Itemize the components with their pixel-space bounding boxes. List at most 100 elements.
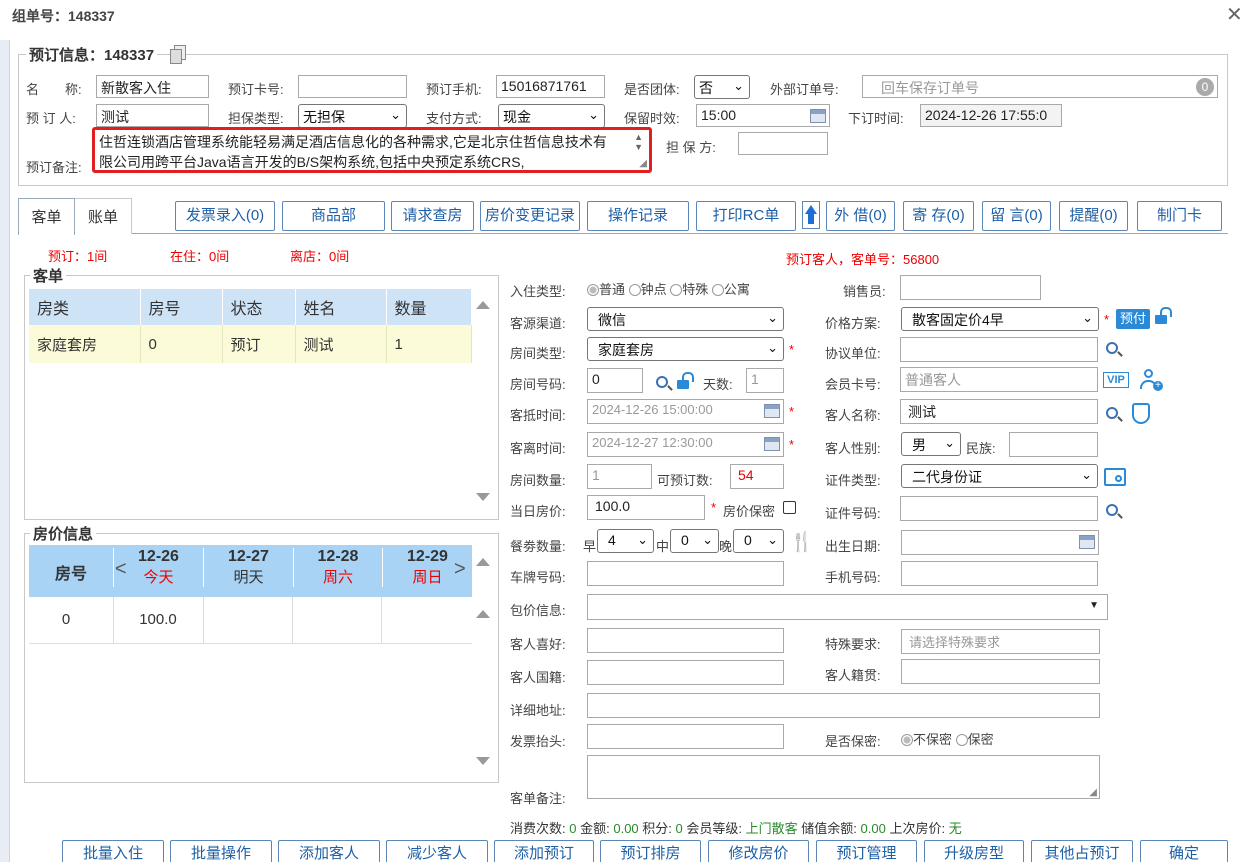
close-icon[interactable]: ✕ [1226, 2, 1243, 27]
assign-room-button[interactable]: 预订排房 [600, 840, 701, 862]
table-row[interactable]: 家庭套房 0 预订 测试 1 [29, 325, 472, 363]
scroll-up-icon[interactable] [476, 610, 490, 618]
invoice-title-input[interactable] [587, 724, 784, 749]
copy-icon[interactable] [170, 45, 188, 65]
price-day-1[interactable]: 100.0 [113, 611, 203, 628]
booker-input[interactable]: 测试 [96, 104, 209, 127]
external-order-input[interactable]: 回车保存订单号 [862, 75, 1218, 98]
hobby-input[interactable] [587, 628, 784, 653]
gender-select[interactable]: 男 ⌄ [901, 432, 961, 456]
search-icon[interactable] [1106, 407, 1118, 419]
package-select[interactable]: ▼ [587, 594, 1108, 620]
remove-guest-button[interactable]: 减少客人 [386, 840, 488, 862]
batch-checkin-button[interactable]: 批量入住 [62, 840, 164, 862]
birth-input[interactable] [901, 530, 1099, 555]
ethnic-input[interactable] [1009, 432, 1098, 457]
tab-guest-order[interactable]: 客单 [18, 198, 75, 235]
arrive-input[interactable]: 2024-12-26 15:00:00 [587, 399, 784, 424]
tab-bill[interactable]: 账单 [75, 198, 132, 234]
agreement-input[interactable] [900, 337, 1098, 362]
name-input[interactable]: 新散客入住 [96, 75, 209, 98]
add-booking-button[interactable]: 添加预订 [494, 840, 594, 862]
scroll-arrows-icon[interactable]: ▲ ▼ [634, 132, 643, 152]
days-input[interactable]: 1 [746, 368, 784, 393]
search-icon[interactable] [1106, 342, 1118, 354]
scroll-up-icon[interactable] [476, 301, 490, 309]
radio-normal[interactable] [587, 284, 599, 296]
room-no-input[interactable]: 0 [587, 368, 643, 393]
booking-manage-button[interactable]: 预订管理 [816, 840, 917, 862]
borrow-button[interactable]: 外 借(0) [826, 201, 895, 231]
modify-price-button[interactable]: 修改房价 [708, 840, 809, 862]
search-icon[interactable] [656, 376, 668, 388]
address-input[interactable] [587, 693, 1100, 718]
card-input[interactable] [298, 75, 407, 98]
invoice-entry-button[interactable]: 发票录入(0) [175, 201, 275, 231]
radio-secret[interactable] [955, 734, 968, 746]
lunch-select[interactable]: 0 ⌄ [670, 529, 719, 553]
member-input[interactable]: 普通客人 [900, 367, 1098, 392]
calendar-icon[interactable] [764, 437, 780, 451]
vip-icon[interactable]: VIP [1103, 372, 1129, 388]
native-place-input[interactable] [901, 659, 1100, 684]
shield-icon[interactable] [1132, 403, 1150, 424]
price-plan-select[interactable]: 散客固定价4早 ⌄ [901, 307, 1099, 331]
pay-select[interactable]: 现金 ⌄ [498, 104, 605, 128]
dinner-select[interactable]: 0 ⌄ [733, 529, 784, 553]
scroll-down-icon[interactable] [476, 493, 490, 501]
batch-operation-button[interactable]: 批量操作 [170, 840, 272, 862]
day-price-input[interactable]: 100.0 [587, 495, 705, 520]
room-count-input[interactable]: 1 [587, 464, 652, 489]
group-select[interactable]: 否 ⌄ [694, 75, 750, 99]
special-input[interactable]: 请选择特殊要求 [901, 629, 1100, 654]
request-check-button[interactable]: 请求查房 [391, 201, 474, 231]
order-time-input[interactable]: 2024-12-26 17:55:0 [920, 104, 1062, 127]
resize-handle-icon[interactable]: ◢ [1089, 787, 1097, 798]
unlock-icon[interactable] [1155, 307, 1172, 324]
upload-arrow-icon[interactable] [802, 201, 820, 229]
calendar-icon[interactable] [1079, 535, 1095, 549]
radio-special[interactable] [670, 284, 683, 296]
radio-not-secret[interactable] [901, 734, 913, 746]
price-secret-checkbox[interactable] [783, 501, 796, 514]
plate-input[interactable] [587, 561, 784, 586]
room-type-select[interactable]: 家庭套房 ⌄ [587, 337, 784, 361]
resize-handle-icon[interactable]: ◢ [639, 158, 647, 169]
price-change-log-button[interactable]: 房价变更记录 [480, 201, 580, 231]
phone-input[interactable]: 15016871761 [496, 75, 605, 98]
search-icon[interactable] [1106, 504, 1118, 516]
id-no-input[interactable] [900, 496, 1098, 521]
scroll-down-icon[interactable] [476, 757, 490, 765]
cutlery-icon[interactable]: 🍴 [790, 530, 814, 554]
add-user-icon[interactable]: + [1139, 368, 1163, 392]
other-booking-button[interactable]: 其他占预订 [1031, 840, 1133, 862]
upgrade-room-button[interactable]: 升级房型 [924, 840, 1024, 862]
unlock-icon[interactable] [677, 372, 694, 389]
prepay-badge[interactable]: 预付 [1116, 309, 1150, 329]
checkin-type-radios[interactable]: 普通 钟点 特殊 公寓 [587, 279, 750, 298]
guest-remark-textarea[interactable]: ◢ [587, 755, 1100, 799]
id-type-select[interactable]: 二代身份证 ⌄ [901, 464, 1098, 488]
secret-radios[interactable]: 不保密 保密 [901, 729, 994, 748]
message-button[interactable]: 留 言(0) [982, 201, 1051, 231]
calendar-icon[interactable] [764, 404, 780, 418]
radio-hourly[interactable] [628, 284, 641, 296]
guarantee-type-select[interactable]: 无担保 ⌄ [298, 104, 407, 128]
calendar-icon[interactable] [810, 109, 826, 123]
id-scan-icon[interactable] [1104, 468, 1126, 486]
confirm-button[interactable]: 确定 [1140, 840, 1228, 862]
nationality-input[interactable] [587, 660, 784, 685]
remark-textarea[interactable]: 住哲连锁酒店管理系统能轻易满足酒店信息化的各种需求,它是北京住哲信息技术有限公司… [92, 127, 652, 173]
sales-input[interactable] [900, 275, 1041, 300]
reminder-button[interactable]: 提醒(0) [1059, 201, 1128, 231]
goods-button[interactable]: 商品部 [282, 201, 385, 231]
guarantor-input[interactable] [738, 132, 828, 155]
breakfast-select[interactable]: 4 ⌄ [597, 529, 654, 553]
operation-log-button[interactable]: 操作记录 [587, 201, 689, 231]
guest-name-input[interactable]: 测试 [900, 399, 1098, 424]
radio-apartment[interactable] [711, 284, 724, 296]
make-card-button[interactable]: 制门卡 [1137, 201, 1222, 231]
source-select[interactable]: 微信 ⌄ [587, 307, 784, 331]
mobile-input[interactable] [901, 561, 1098, 586]
depart-input[interactable]: 2024-12-27 12:30:00 [587, 432, 784, 457]
